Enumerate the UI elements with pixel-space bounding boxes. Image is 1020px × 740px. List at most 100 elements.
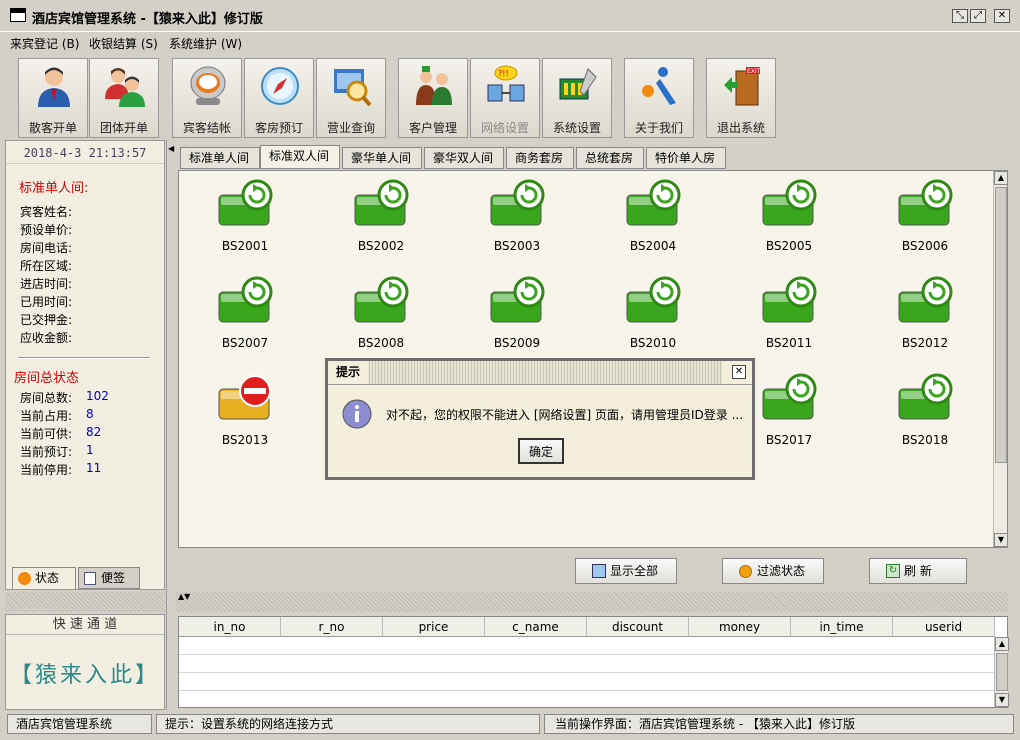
- toolbar-label: 团体开单: [99, 121, 148, 135]
- refresh-button[interactable]: ↻ 刷 新: [869, 558, 967, 584]
- room-number: BS2011: [765, 336, 813, 350]
- settings-icon: [559, 68, 597, 100]
- datetime-display: 2018-4-3 21:13:57: [6, 146, 164, 164]
- stat-total-label: 房间总数:: [20, 391, 73, 405]
- group-order-button[interactable]: 团体开单: [89, 58, 159, 138]
- room-number: BS2017: [765, 433, 813, 447]
- network-icon: ?!!: [487, 65, 525, 102]
- room-number: BS2001: [221, 239, 269, 253]
- system-settings-button[interactable]: 系统设置: [542, 58, 612, 138]
- room-bs2006[interactable]: BS2006: [885, 177, 965, 257]
- tab-business-suite[interactable]: 商务套房: [506, 147, 574, 169]
- menu-cashier[interactable]: 收银结算 (S): [89, 35, 158, 52]
- toolbar: 散客开单 团体开单 宾客结帐 客房预订 营业查询 客户管理 ?!! 网络设置 系…: [0, 54, 1020, 140]
- maximize-icon[interactable]: ⤢: [970, 9, 986, 23]
- toolbar-label: 系统设置: [552, 121, 601, 135]
- tab-deluxe-double[interactable]: 豪华双人间: [424, 147, 504, 169]
- about-us-button[interactable]: 关于我们: [624, 58, 694, 138]
- col-userid[interactable]: userid: [893, 617, 995, 637]
- customer-management-button[interactable]: 客户管理: [398, 58, 468, 138]
- room-bs2013[interactable]: BS2013: [205, 371, 285, 451]
- scroll-up-icon[interactable]: ▲: [994, 171, 1008, 185]
- room-bs2011[interactable]: BS2011: [749, 274, 829, 354]
- stat-available-label: 当前可供:: [20, 427, 73, 441]
- scroll-thumb[interactable]: [995, 187, 1007, 463]
- table-scroll-up-icon[interactable]: ▲: [995, 637, 1009, 651]
- grid-splitter[interactable]: ▲▼: [176, 592, 1008, 612]
- status-hint: 提示：设置系统的网络连接方式: [156, 714, 540, 734]
- room-available-icon: [762, 276, 817, 323]
- filter-status-button[interactable]: 过滤状态: [722, 558, 824, 584]
- col-price[interactable]: price: [383, 617, 485, 637]
- col-r-no[interactable]: r_no: [281, 617, 383, 637]
- room-available-icon: [218, 276, 273, 323]
- room-bs2004[interactable]: BS2004: [613, 177, 693, 257]
- menu-guest-register[interactable]: 来宾登记 (B): [10, 35, 79, 52]
- table-scroll-thumb[interactable]: [996, 653, 1008, 691]
- business-query-button[interactable]: 营业查询: [316, 58, 386, 138]
- walk-in-order-button[interactable]: 散客开单: [18, 58, 88, 138]
- room-available-icon: [490, 276, 545, 323]
- network-settings-button[interactable]: ?!! 网络设置: [470, 58, 540, 138]
- room-type-tabs: 标准单人间 标准双人间 豪华单人间 豪华双人间 商务套房 总统套房 特价单人房: [176, 145, 1006, 169]
- dialog-title-bar: 提示 ✕: [328, 361, 752, 385]
- scroll-down-icon[interactable]: ▼: [994, 533, 1008, 547]
- room-bs2003[interactable]: BS2003: [477, 177, 557, 257]
- room-bs2002[interactable]: BS2002: [341, 177, 421, 257]
- exit-icon: EXIT: [724, 67, 761, 106]
- room-available-icon: [354, 179, 409, 226]
- col-discount[interactable]: discount: [587, 617, 689, 637]
- field-amount-due: 应收金额:: [20, 331, 73, 345]
- stat-disabled-label: 当前停用:: [20, 463, 73, 477]
- room-bs2005[interactable]: BS2005: [749, 177, 829, 257]
- tab-notes[interactable]: 便签: [78, 567, 140, 589]
- col-in-time[interactable]: in_time: [791, 617, 893, 637]
- table-scroll-down-icon[interactable]: ▼: [995, 693, 1009, 707]
- room-number: BS2013: [221, 433, 269, 447]
- stat-available-value: 82: [86, 425, 102, 439]
- tab-presidential-suite[interactable]: 总统套房: [576, 147, 644, 169]
- brand-logo-text: 【猿来入此】: [9, 663, 160, 688]
- room-bs2007[interactable]: BS2007: [205, 274, 285, 354]
- left-panel-tabs: 状态 便签: [8, 566, 164, 590]
- room-bs2001[interactable]: BS2001: [205, 177, 285, 257]
- room-bs2008[interactable]: BS2008: [341, 274, 421, 354]
- restore-icon[interactable]: ⤡: [952, 9, 968, 23]
- panel-collapse-bar[interactable]: ◀: [166, 140, 174, 710]
- quick-access-title: 快 速 通 道: [6, 615, 164, 635]
- exit-system-button[interactable]: EXIT 退出系统: [706, 58, 776, 138]
- tab-standard-double[interactable]: 标准双人间: [260, 145, 340, 169]
- about-icon: [642, 67, 676, 105]
- tab-deluxe-single[interactable]: 豪华单人间: [342, 147, 422, 169]
- room-bs2018[interactable]: BS2018: [885, 371, 965, 451]
- info-icon: [342, 399, 372, 429]
- toolbar-label: 宾客结帐: [182, 121, 231, 135]
- col-c-name[interactable]: c_name: [485, 617, 587, 637]
- field-area: 所在区域:: [20, 259, 73, 273]
- tab-special-single[interactable]: 特价单人房: [646, 147, 726, 169]
- dialog-close-icon[interactable]: ✕: [732, 365, 746, 379]
- col-money[interactable]: money: [689, 617, 791, 637]
- room-booking-button[interactable]: 客房预订: [244, 58, 314, 138]
- room-bs2012[interactable]: BS2012: [885, 274, 965, 354]
- stat-reserved-value: 1: [86, 443, 94, 457]
- tab-standard-single[interactable]: 标准单人间: [180, 147, 260, 169]
- stat-occupied-value: 8: [86, 407, 94, 421]
- tab-status[interactable]: 状态: [12, 567, 76, 589]
- guest-checkout-button[interactable]: 宾客结帐: [172, 58, 242, 138]
- col-in-no[interactable]: in_no: [179, 617, 281, 637]
- field-deposit: 已交押金:: [20, 313, 73, 327]
- close-icon[interactable]: ✕: [994, 9, 1010, 23]
- room-bs2010[interactable]: BS2010: [613, 274, 693, 354]
- room-available-icon: [490, 179, 545, 226]
- room-bs2009[interactable]: BS2009: [477, 274, 557, 354]
- menu-system[interactable]: 系统维护 (W): [169, 35, 242, 52]
- room-number: BS2006: [901, 239, 949, 253]
- show-all-button[interactable]: 显示全部: [575, 558, 677, 584]
- room-bs2017[interactable]: BS2017: [749, 371, 829, 451]
- splitter: [5, 592, 165, 612]
- table-scrollbar[interactable]: ▲ ▼: [994, 637, 1009, 707]
- room-grid-scrollbar[interactable]: ▲ ▼: [993, 171, 1008, 547]
- stat-total-value: 102: [86, 389, 109, 403]
- dialog-ok-button[interactable]: 确定: [518, 438, 564, 464]
